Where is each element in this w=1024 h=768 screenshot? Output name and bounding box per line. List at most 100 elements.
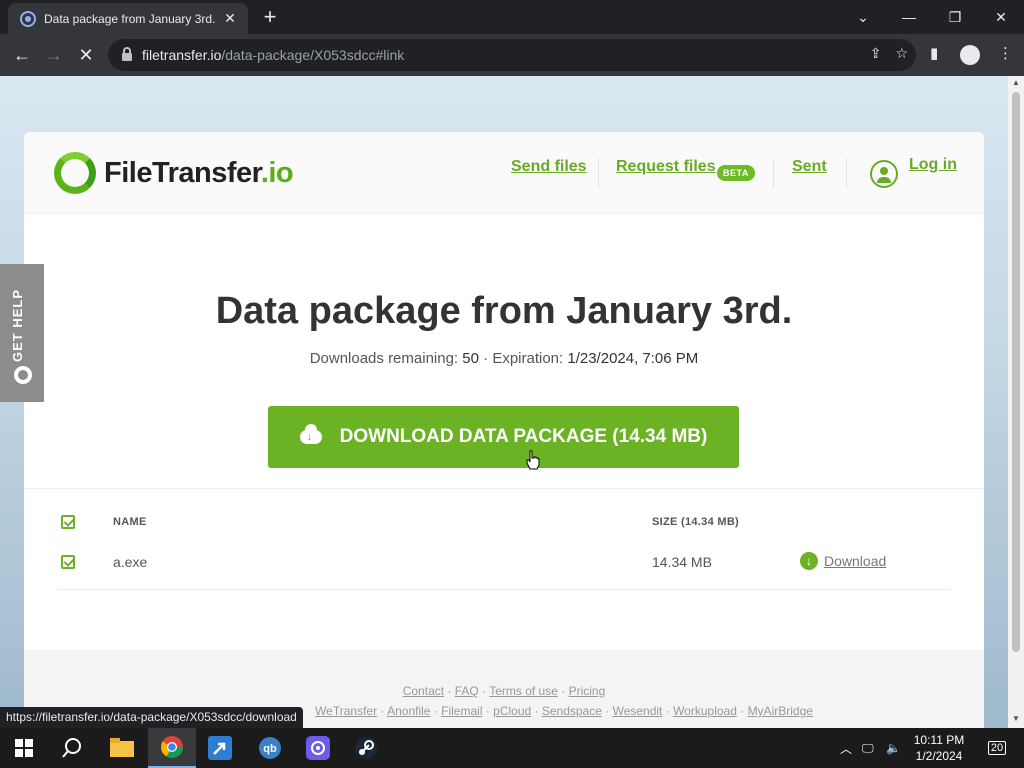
clock-time: 10:11 PM — [913, 733, 965, 747]
footer-link-terms[interactable]: Terms of use — [489, 684, 558, 698]
content-card: FileTransfer.io Send files Request files… — [24, 132, 984, 728]
footer-link[interactable]: Sendspace — [542, 704, 602, 718]
new-tab-button[interactable]: + — [258, 6, 282, 28]
download-package-button[interactable]: ↓ DOWNLOAD DATA PACKAGE (14.34 MB) — [268, 406, 739, 468]
row-divider — [58, 589, 950, 590]
lifebuoy-icon — [14, 366, 32, 384]
page-viewport: FileTransfer.io Send files Request files… — [0, 76, 1008, 728]
scroll-thumb[interactable] — [1012, 92, 1020, 652]
notifications-icon[interactable]: 20 — [984, 728, 1010, 768]
nav-request-files[interactable]: Request files — [616, 158, 716, 176]
address-bar[interactable]: filetransfer.io/data-package/X053sdcc#li… — [108, 39, 916, 71]
nav-divider — [773, 158, 774, 188]
column-header-name[interactable]: NAME — [113, 516, 147, 528]
minimize-button[interactable]: — — [886, 0, 932, 34]
file-download-label: Download — [824, 553, 887, 569]
footer-link-pricing[interactable]: Pricing — [569, 684, 606, 698]
close-window-button[interactable]: ✕ — [978, 0, 1024, 34]
search-icon[interactable] — [48, 728, 96, 768]
tab-favicon-icon — [20, 10, 36, 27]
footer-link[interactable]: Workupload — [673, 704, 737, 718]
clock-date: 1/2/2024 — [915, 749, 963, 763]
browser-titlebar: Data package from January 3rd. ✕ + ⌄ — ❐… — [0, 0, 1024, 34]
share-icon[interactable]: ⇪ — [870, 45, 882, 62]
downloads-label: Downloads remaining: — [309, 350, 459, 367]
link-status-bar: https://filetransfer.io/data-package/X05… — [0, 707, 303, 728]
site-logo[interactable]: FileTransfer.io — [54, 152, 294, 194]
file-explorer-icon[interactable] — [98, 728, 146, 768]
file-name: a.exe — [113, 554, 148, 570]
page-title: Data package from January 3rd. — [215, 290, 793, 332]
taskbar-clock[interactable]: 10:11 PM 1/2/2024 — [904, 732, 974, 764]
start-windows-icon[interactable] — [0, 728, 48, 768]
browser-tab[interactable]: Data package from January 3rd. ✕ — [8, 3, 248, 34]
hand-cursor-icon — [526, 450, 540, 470]
footer-link[interactable]: Filemail — [441, 704, 482, 718]
steam-icon[interactable] — [342, 728, 390, 768]
menu-kebab-icon[interactable]: ⋮ — [998, 44, 1013, 62]
logo-text: FileTransfer — [104, 156, 261, 189]
side-panel-icon[interactable]: ▮ — [930, 44, 938, 62]
file-row-checkbox-icon[interactable] — [61, 555, 75, 569]
file-download-link[interactable]: ↓ Download — [800, 552, 886, 570]
meta-separator: · — [483, 350, 489, 367]
get-help-tab[interactable]: GET HELP — [0, 264, 44, 402]
footer-link[interactable]: Wesendit — [613, 704, 663, 718]
restore-button[interactable]: ❐ — [932, 0, 978, 34]
tab-close-icon[interactable]: ✕ — [220, 10, 240, 27]
tab-search-button[interactable]: ⌄ — [840, 0, 886, 34]
get-help-label: GET HELP — [10, 288, 25, 362]
back-arrow-icon[interactable]: ← — [9, 42, 35, 68]
tray-chevron-icon[interactable]: ︿ — [840, 728, 852, 768]
vertical-scrollbar[interactable]: ▲ ▼ — [1008, 76, 1024, 728]
nav-divider — [598, 158, 599, 188]
notification-count: 20 — [987, 741, 1007, 755]
nav-login[interactable]: Log in — [909, 156, 957, 174]
file-size: 14.34 MB — [652, 554, 712, 570]
footer-link[interactable]: Anonfile — [387, 704, 430, 718]
downloads-value: 50 — [462, 350, 479, 367]
qbittorrent-icon[interactable]: qb — [246, 728, 294, 768]
package-meta: Downloads remaining: 50 · Expiration: 1/… — [24, 350, 984, 367]
url-host: filetransfer.io — [142, 47, 222, 63]
site-header: FileTransfer.io Send files Request files… — [24, 132, 984, 214]
tab-title: Data package from January 3rd. — [44, 11, 216, 26]
chrome-icon[interactable] — [148, 728, 196, 768]
beta-badge: BETA — [717, 165, 755, 181]
svg-text:qb: qb — [263, 743, 277, 755]
expiration-label: Expiration: — [492, 350, 564, 367]
nav-send-files[interactable]: Send files — [511, 158, 587, 176]
footer-link[interactable]: pCloud — [493, 704, 531, 718]
forward-arrow-icon[interactable]: → — [41, 42, 67, 68]
download-arrow-icon: ↓ — [800, 552, 818, 570]
logo-ring-icon — [54, 152, 96, 194]
cloud-download-icon: ↓ — [299, 424, 322, 444]
profile-avatar-icon[interactable] — [960, 45, 980, 65]
nav-divider — [846, 158, 847, 188]
divider — [24, 488, 984, 489]
url-path: /data-package/X053sdcc#link — [221, 47, 405, 63]
scroll-up-icon[interactable]: ▲ — [1008, 76, 1024, 90]
footer-link[interactable]: MyAirBridge — [748, 704, 813, 718]
volume-muted-icon[interactable]: 🔈 — [886, 728, 901, 768]
user-circle-icon[interactable] — [870, 160, 898, 188]
logo-accent: .io — [260, 156, 294, 189]
footer-link[interactable]: WeTransfer — [315, 704, 377, 718]
app-purple-icon[interactable] — [294, 728, 342, 768]
footer-links-primary: Contact · FAQ · Terms of use · Pricing — [402, 684, 606, 698]
network-icon[interactable]: 🖵 — [862, 728, 874, 768]
footer-link-contact[interactable]: Contact — [403, 684, 444, 698]
footer-link-faq[interactable]: FAQ — [455, 684, 479, 698]
nav-sent[interactable]: Sent — [792, 158, 827, 176]
browser-toolbar: ← → ✕ filetransfer.io/data-package/X053s… — [0, 34, 1024, 76]
select-all-checkbox-icon[interactable] — [61, 515, 75, 529]
expiration-value: 1/23/2024, 7:06 PM — [567, 350, 699, 367]
stop-loading-icon[interactable]: ✕ — [73, 42, 99, 68]
download-package-label: DOWNLOAD DATA PACKAGE (14.34 MB) — [339, 426, 708, 447]
lock-icon[interactable] — [122, 47, 132, 61]
column-header-size[interactable]: SIZE (14.34 MB) — [652, 516, 739, 528]
shortcut-arrow-icon[interactable] — [196, 728, 244, 768]
windows-taskbar: qb ︿ 🖵 🔈 10:11 PM 1/2/2024 20 — [0, 728, 1024, 768]
scroll-down-icon[interactable]: ▼ — [1008, 712, 1024, 726]
bookmark-star-icon[interactable]: ☆ — [895, 45, 908, 62]
